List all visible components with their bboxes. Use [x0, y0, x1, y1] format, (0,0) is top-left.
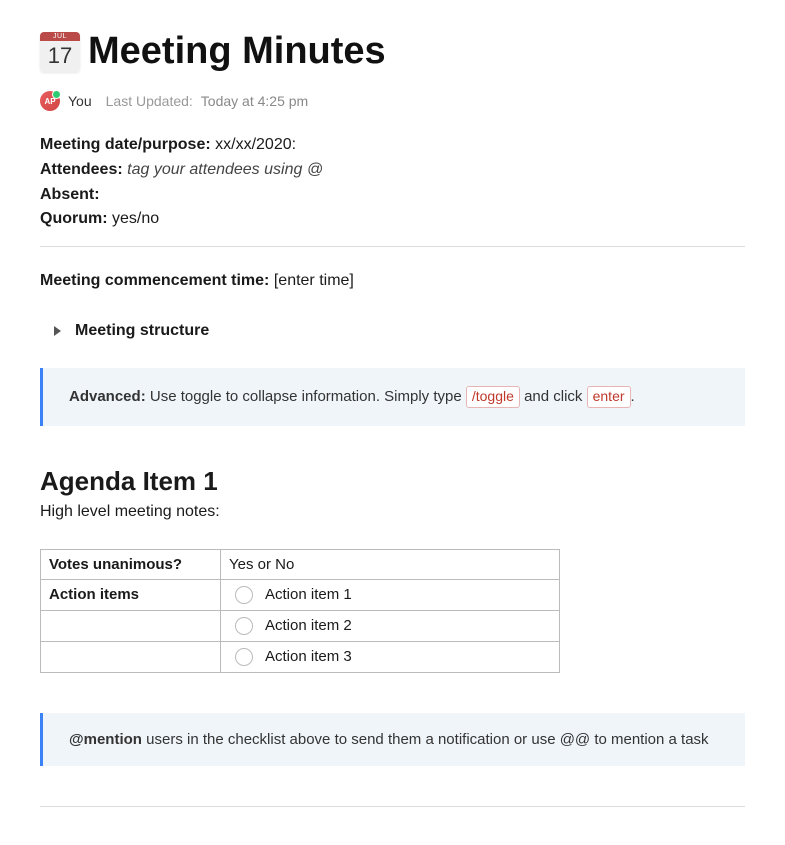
- attendees-label: Attendees:: [40, 161, 123, 178]
- callout-advanced-text1: Use toggle to collapse information. Simp…: [150, 388, 466, 405]
- callout-advanced-after: .: [631, 388, 635, 405]
- divider: [40, 806, 745, 807]
- table-row: Action item 3: [41, 641, 560, 672]
- empty-cell: [41, 641, 221, 672]
- action-item-cell[interactable]: Action item 3: [221, 641, 560, 672]
- checkbox-circle[interactable]: [235, 648, 253, 666]
- callout-mention-strong: @mention: [69, 731, 142, 748]
- meta-block[interactable]: Meeting date/purpose: xx/xx/2020: Attend…: [40, 133, 745, 232]
- toggle-label[interactable]: Meeting structure: [75, 322, 209, 340]
- callout-advanced: Advanced: Use toggle to collapse informa…: [40, 368, 745, 426]
- meeting-date-value[interactable]: xx/xx/2020:: [215, 136, 296, 153]
- attendees-value[interactable]: tag your attendees using @: [127, 161, 323, 178]
- last-updated-label: Last Updated:: [106, 93, 193, 109]
- calendar-icon-day: 17: [40, 41, 80, 72]
- agenda-title[interactable]: Agenda Item 1: [40, 466, 745, 497]
- quorum-value[interactable]: yes/no: [112, 210, 159, 227]
- quorum-label: Quorum:: [40, 210, 108, 227]
- checklist-item[interactable]: Action item 3: [229, 648, 551, 666]
- checklist-item[interactable]: Action item 1: [229, 586, 551, 604]
- toggle-row[interactable]: Meeting structure: [40, 322, 745, 340]
- commencement-label: Meeting commencement time:: [40, 272, 269, 289]
- callout-mention: @mention users in the checklist above to…: [40, 713, 745, 766]
- divider: [40, 246, 745, 247]
- table-row: Action item 2: [41, 610, 560, 641]
- action-item-text[interactable]: Action item 1: [265, 586, 352, 603]
- votes-label: Votes unanimous?: [41, 549, 221, 579]
- meeting-date-label: Meeting date/purpose:: [40, 136, 211, 153]
- chevron-right-icon[interactable]: [54, 326, 61, 336]
- byline: AP You Last Updated: Today at 4:25 pm: [40, 91, 745, 111]
- empty-cell: [41, 610, 221, 641]
- callout-mention-text: users in the checklist above to send the…: [142, 731, 709, 748]
- checklist-item[interactable]: Action item 2: [229, 617, 551, 635]
- votes-value[interactable]: Yes or No: [221, 549, 560, 579]
- callout-advanced-strong: Advanced:: [69, 388, 146, 405]
- calendar-icon-month: JUL: [40, 32, 80, 41]
- action-item-cell[interactable]: Action item 1: [221, 579, 560, 610]
- actions-table: Votes unanimous? Yes or No Action items …: [40, 549, 560, 673]
- agenda-subtitle[interactable]: High level meeting notes:: [40, 503, 745, 521]
- commencement-row[interactable]: Meeting commencement time: [enter time]: [40, 269, 745, 294]
- code-chip-enter: enter: [587, 386, 631, 408]
- last-updated-value: Today at 4:25 pm: [201, 93, 308, 109]
- checkbox-circle[interactable]: [235, 617, 253, 635]
- page-title[interactable]: Meeting Minutes: [88, 30, 386, 73]
- action-items-label: Action items: [41, 579, 221, 610]
- calendar-icon: JUL 17: [40, 32, 80, 72]
- action-item-text[interactable]: Action item 2: [265, 617, 352, 634]
- code-chip-toggle: /toggle: [466, 386, 520, 408]
- action-item-text[interactable]: Action item 3: [265, 648, 352, 665]
- table-row: Votes unanimous? Yes or No: [41, 549, 560, 579]
- byline-you: You: [68, 93, 92, 109]
- callout-advanced-mid: and click: [520, 388, 587, 405]
- checkbox-circle[interactable]: [235, 586, 253, 604]
- absent-label: Absent:: [40, 186, 100, 203]
- action-item-cell[interactable]: Action item 2: [221, 610, 560, 641]
- title-row: JUL 17 Meeting Minutes: [40, 30, 745, 73]
- avatar[interactable]: AP: [40, 91, 60, 111]
- table-row: Action items Action item 1: [41, 579, 560, 610]
- commencement-value[interactable]: [enter time]: [274, 272, 354, 289]
